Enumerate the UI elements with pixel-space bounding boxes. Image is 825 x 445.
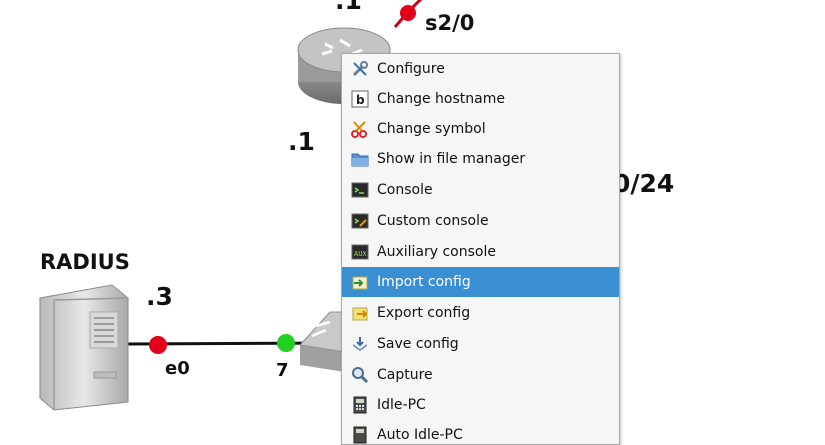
- menu-item-custom-console[interactable]: Custom console: [342, 206, 619, 236]
- router-top-ip-label: .1: [335, 0, 362, 15]
- menu-item-label: Custom console: [377, 213, 489, 229]
- menu-item-idle-pc[interactable]: Idle-PC: [342, 390, 619, 420]
- router-interface-label: s2/0: [425, 11, 475, 35]
- scissors-icon: [350, 119, 370, 139]
- menu-item-label: Auxiliary console: [377, 244, 496, 260]
- switch-port-label: 7: [276, 360, 289, 381]
- router-ip-label: .1: [288, 127, 315, 156]
- menu-item-import-config[interactable]: Import config: [342, 267, 619, 297]
- menu-item-label: Auto Idle-PC: [377, 427, 463, 443]
- export-icon: [350, 303, 370, 323]
- menu-item-change-symbol[interactable]: Change symbol: [342, 114, 619, 144]
- menu-item-label: Import config: [377, 274, 471, 290]
- menu-item-label: Console: [377, 182, 433, 198]
- menu-item-label: Capture: [377, 367, 433, 383]
- menu-item-label: Show in file manager: [377, 151, 526, 167]
- text-b-icon: b: [350, 89, 370, 109]
- menu-item-export-config[interactable]: Export config: [342, 298, 619, 328]
- svg-text:AUX: AUX: [354, 250, 367, 258]
- menu-item-console[interactable]: Console: [342, 175, 619, 205]
- menu-item-label: Save config: [377, 336, 459, 352]
- calculator-icon: [350, 395, 370, 415]
- auto-calculator-icon: [350, 425, 370, 444]
- menu-item-label: Export config: [377, 305, 471, 321]
- switch-link-status-up: [277, 334, 295, 352]
- save-icon: [350, 334, 370, 354]
- subnet-label: 0/24: [613, 169, 675, 198]
- import-icon: [350, 272, 370, 292]
- router-link-status-down: [400, 5, 416, 21]
- server-name-label: RADIUS: [40, 250, 130, 274]
- menu-item-auxiliary-console[interactable]: AUX Auxiliary console: [342, 237, 619, 267]
- menu-item-label: Idle-PC: [377, 397, 426, 413]
- custom-terminal-icon: [350, 211, 370, 231]
- terminal-icon: [350, 180, 370, 200]
- aux-terminal-icon: AUX: [350, 242, 370, 262]
- switch-icon[interactable]: [299, 311, 346, 372]
- menu-item-label: Change hostname: [377, 91, 505, 107]
- server-link-status-down: [149, 336, 167, 354]
- menu-item-label: Configure: [377, 61, 445, 77]
- menu-item-capture[interactable]: Capture: [342, 360, 619, 390]
- menu-item-change-hostname[interactable]: b Change hostname: [342, 84, 619, 114]
- menu-item-configure[interactable]: Configure: [342, 54, 619, 84]
- menu-item-save-config[interactable]: Save config: [342, 329, 619, 359]
- server-interface-label: e0: [165, 358, 190, 379]
- menu-item-auto-idle-pc[interactable]: Auto Idle-PC: [342, 420, 619, 444]
- menu-item-show-in-file-manager[interactable]: Show in file manager: [342, 144, 619, 174]
- wrench-screwdriver-icon: [350, 59, 370, 79]
- svg-text:b: b: [356, 93, 365, 107]
- server-icon[interactable]: [39, 284, 129, 411]
- server-ip-label: .3: [146, 282, 173, 311]
- folder-icon: [350, 149, 370, 169]
- magnifier-icon: [350, 365, 370, 385]
- menu-item-label: Change symbol: [377, 121, 486, 137]
- context-menu: Configure b Change hostname Change symbo…: [341, 53, 620, 445]
